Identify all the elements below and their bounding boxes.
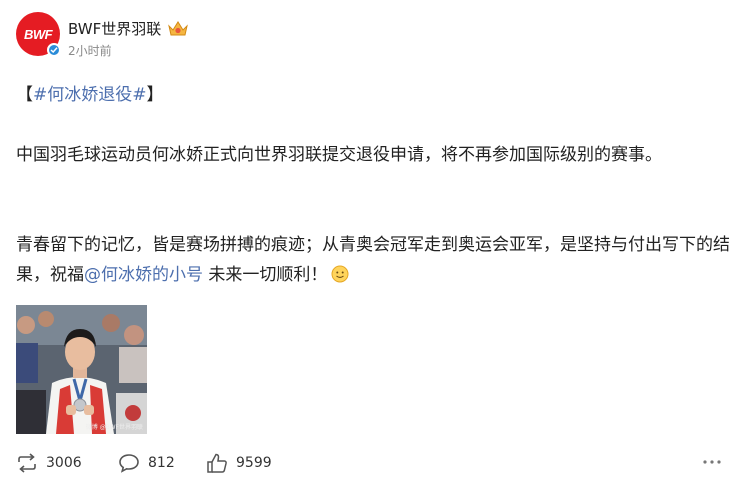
repost-icon bbox=[18, 453, 36, 473]
post-photo[interactable]: 微博 @BWF世界羽联 bbox=[16, 305, 147, 434]
topic-hashtag-link[interactable]: #何冰娇退役# bbox=[33, 85, 147, 105]
crown-badge-icon bbox=[168, 20, 189, 35]
comment-button[interactable]: 812 bbox=[118, 450, 175, 476]
avatar-logo-text: BWF bbox=[23, 26, 53, 42]
like-button[interactable]: 9599 bbox=[206, 450, 272, 476]
topic-line: 【#何冰娇退役#】 bbox=[16, 80, 731, 110]
post-action-bar: 3006 812 9599 bbox=[16, 450, 722, 476]
topic-bracket-close: 】 bbox=[146, 85, 164, 105]
comment-icon bbox=[119, 454, 139, 473]
author-row: BWF世界羽联 bbox=[68, 18, 189, 39]
athlete-photo-image bbox=[16, 305, 147, 434]
more-dots-icon bbox=[703, 460, 721, 464]
like-count: 9599 bbox=[236, 455, 272, 471]
more-options-button[interactable] bbox=[702, 454, 722, 470]
author-name[interactable]: BWF世界羽联 bbox=[68, 18, 161, 39]
smile-emoji-icon bbox=[331, 265, 349, 283]
post-header: BWF BWF世界羽联 2小时前 bbox=[16, 12, 722, 58]
topic-bracket-open: 【 bbox=[16, 85, 33, 105]
post-paragraph-1: 中国羽毛球运动员何冰娇正式向世界羽联提交退役申请，将不再参加国际级别的赛事。 bbox=[16, 145, 662, 165]
thumbs-up-icon bbox=[207, 453, 227, 473]
post-timestamp[interactable]: 2小时前 bbox=[68, 42, 112, 59]
verified-badge-icon bbox=[47, 43, 61, 57]
avatar-container[interactable]: BWF bbox=[16, 12, 61, 57]
paragraph-2-ending: 未来一切顺利！ bbox=[203, 265, 328, 285]
photo-watermark: 微博 @BWF世界羽联 bbox=[85, 424, 143, 431]
mention-link[interactable]: @何冰娇的小号 bbox=[84, 265, 203, 285]
repost-count: 3006 bbox=[46, 455, 82, 471]
repost-button[interactable]: 3006 bbox=[16, 450, 82, 476]
comment-count: 812 bbox=[148, 455, 175, 471]
post-paragraph-2: 青春留下的记忆，皆是赛场拼搏的痕迹；从青奥会冠军走到奥运会亚军，是坚持与付出写下… bbox=[16, 230, 731, 290]
